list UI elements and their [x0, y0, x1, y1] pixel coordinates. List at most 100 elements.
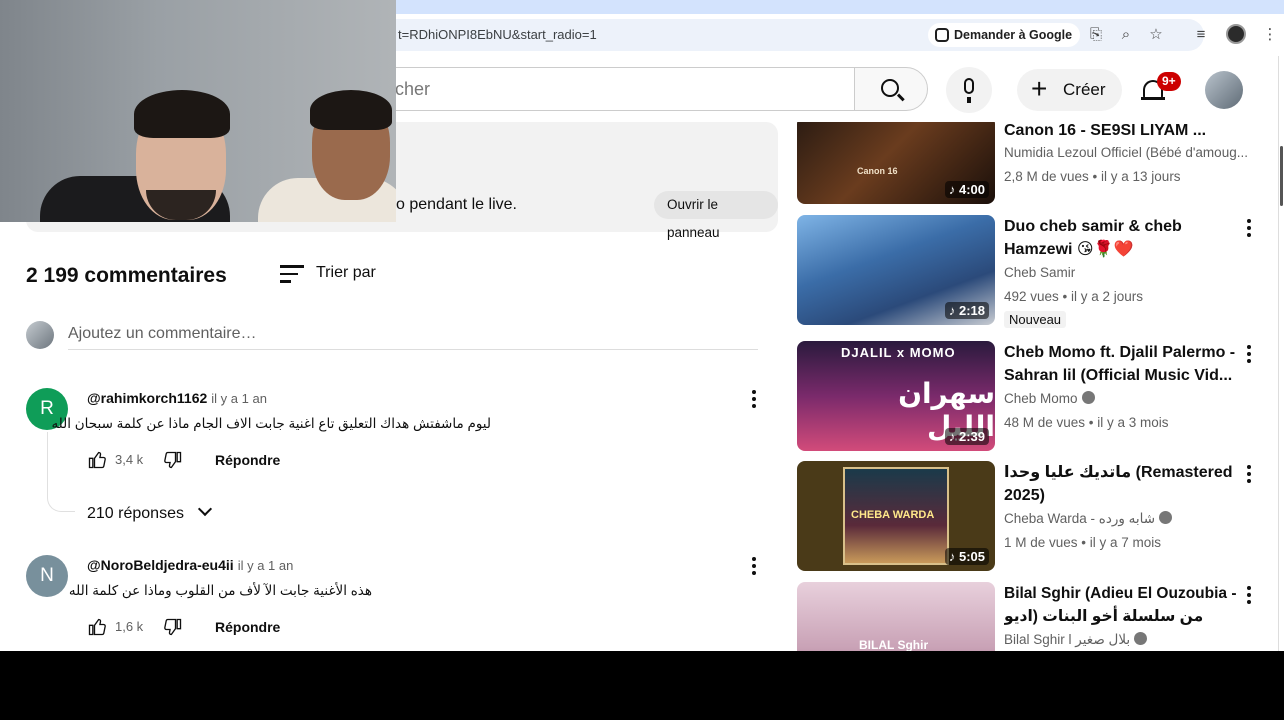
create-button[interactable]: + Créer: [1017, 69, 1122, 111]
add-comment-input[interactable]: Ajoutez un commentaire…: [68, 320, 758, 350]
video-channel-line: Cheb Momo: [1004, 391, 1095, 406]
screen: t=RDhiONPI8EbNU&start_radio=1 Demander à…: [0, 0, 1284, 651]
thumbnail-text: CHEBA WARDA: [851, 509, 935, 521]
reply-button[interactable]: Répondre: [215, 452, 280, 468]
related-video-item[interactable]: CHEBA WARDA ♪ 5:05 ماتديك عليا وحدا (Rem…: [797, 461, 1267, 573]
video-duration: ♪ 2:18: [944, 302, 989, 319]
thumbnail-text: Canon 16: [857, 166, 898, 176]
video-duration: ♪ 2:39: [944, 428, 989, 445]
video-duration: ♪ 4:00: [944, 181, 989, 198]
media-queue-icon[interactable]: ≡: [1191, 25, 1211, 45]
browser-profile-avatar[interactable]: [1226, 24, 1246, 44]
sort-icon: [280, 265, 304, 285]
video-channel-line: Cheba Warda - شابه ورده: [1004, 511, 1173, 527]
video-duration: ♪ 5:05: [944, 548, 989, 565]
comment-author-line: @NoroBeldjedra-eu4ii il y a 1 an: [87, 557, 293, 573]
verified-icon: [1159, 511, 1173, 524]
video-title[interactable]: Cheb Momo ft. Djalil Palermo - Sahran li…: [1004, 341, 1244, 387]
related-video-item[interactable]: BILAL Sghir Bilal Sghir (Adieu El Ouzoub…: [797, 582, 1267, 651]
search-button[interactable]: [854, 67, 928, 111]
account-avatar[interactable]: [1205, 71, 1243, 109]
video-channel[interactable]: Cheba Warda - شابه ورده: [1004, 511, 1155, 526]
video-channel[interactable]: Numidia Lezoul Officiel (Bébé d'amoug...: [1004, 145, 1248, 160]
related-video-item[interactable]: ♪ 2:18 Duo cheb samir & cheb Hamzewi 😘🌹❤…: [797, 215, 1267, 328]
related-videos-sidebar: Canon 16 ♪ 4:00 Canon 16 - SE9SI LIYAM .…: [797, 122, 1267, 651]
browser-menu-icon[interactable]: ⋮: [1260, 25, 1280, 45]
comment-time[interactable]: il y a 1 an: [238, 558, 294, 573]
like-count: 3,4 k: [115, 452, 144, 467]
reply-button[interactable]: Répondre: [215, 619, 280, 635]
search-placeholder: cher: [395, 79, 431, 99]
dislike-icon[interactable]: [163, 450, 183, 470]
create-label: Créer: [1063, 80, 1106, 99]
video-menu-icon[interactable]: [1241, 345, 1257, 369]
thumbnail-text: DJALIL x MOMO: [841, 345, 956, 360]
comment-avatar[interactable]: N: [26, 555, 68, 597]
sort-comments-button[interactable]: Trier par: [280, 262, 400, 288]
comment-text: ليوم ماشفتش هداك التعليق تاع اغنية جابت …: [51, 416, 491, 431]
comments-count: 2 199 commentaires: [26, 264, 227, 287]
ask-google-label: Demander à Google: [954, 28, 1073, 42]
like-icon[interactable]: [87, 450, 107, 470]
voice-search-button[interactable]: [946, 67, 992, 113]
video-channel[interactable]: Cheb Samir: [1004, 265, 1075, 280]
video-meta: 48 M de vues • il y a 3 mois: [1004, 415, 1169, 430]
comment-menu-icon[interactable]: [746, 388, 762, 412]
video-channel-line: Bilal Sghir l بلال صغير: [1004, 632, 1148, 648]
verified-icon: [1081, 391, 1095, 404]
video-meta: 2,8 M de vues • il y a 13 jours: [1004, 169, 1181, 184]
sort-label: Trier par: [316, 264, 376, 281]
live-panel-text: o pendant le live.: [396, 196, 517, 213]
verified-icon: [1134, 632, 1148, 645]
address-bar[interactable]: t=RDhiONPI8EbNU&start_radio=1 Demander à…: [300, 19, 1204, 51]
video-thumbnail[interactable]: DJALIL x MOMO سهران الليل ♪ 2:39: [797, 341, 995, 451]
comment-author[interactable]: @NoroBeldjedra-eu4ii: [87, 557, 234, 573]
related-video-item[interactable]: DJALIL x MOMO سهران الليل ♪ 2:39 Cheb Mo…: [797, 341, 1267, 453]
video-meta: 492 vues • il y a 2 jours: [1004, 289, 1144, 304]
video-channel[interactable]: Cheb Momo: [1004, 391, 1078, 406]
plus-icon: +: [1031, 73, 1048, 104]
my-avatar: [26, 321, 54, 349]
dislike-icon[interactable]: [163, 617, 183, 637]
video-title[interactable]: Bilal Sghir (Adieu El Ouzoubia - من سلسل…: [1004, 582, 1244, 628]
video-thumbnail[interactable]: CHEBA WARDA ♪ 5:05: [797, 461, 995, 571]
video-title[interactable]: ماتديك عليا وحدا (Remastered 2025): [1004, 461, 1244, 507]
like-count: 1,6 k: [115, 619, 144, 634]
video-menu-icon[interactable]: [1241, 586, 1257, 610]
chevron-down-icon: [197, 501, 213, 517]
url-text[interactable]: t=RDhiONPI8EbNU&start_radio=1: [398, 27, 597, 42]
video-thumbnail[interactable]: Canon 16 ♪ 4:00: [797, 122, 995, 204]
ask-google-button[interactable]: Demander à Google: [928, 23, 1081, 47]
video-menu-icon[interactable]: [1241, 219, 1257, 243]
video-meta: 1 M de vues • il y a 7 mois: [1004, 535, 1162, 550]
bookmark-star-icon[interactable]: ☆: [1147, 26, 1165, 44]
video-thumbnail[interactable]: ♪ 2:18: [797, 215, 995, 325]
thread-line: [47, 432, 75, 512]
install-app-icon[interactable]: ⎘: [1087, 26, 1105, 44]
zoom-icon[interactable]: ⌕: [1117, 26, 1135, 44]
video-thumbnail[interactable]: BILAL Sghir: [797, 582, 995, 651]
comment-item: N @NoroBeldjedra-eu4ii il y a 1 an هذه ال…: [26, 555, 778, 651]
video-menu-icon[interactable]: [1241, 465, 1257, 489]
open-panel-button[interactable]: Ouvrir le panneau: [654, 191, 778, 240]
comment-item: R @rahimkorch1162 il y a 1 an ليوم ماشفتش…: [26, 388, 778, 488]
video-title[interactable]: Duo cheb samir & cheb Hamzewi 😘🌹❤️: [1004, 215, 1244, 261]
microphone-icon: [964, 78, 974, 94]
related-video-item[interactable]: Canon 16 ♪ 4:00 Canon 16 - SE9SI LIYAM .…: [797, 122, 1267, 228]
comment-author[interactable]: @rahimkorch1162: [87, 390, 207, 406]
comment-time[interactable]: il y a 1 an: [211, 391, 267, 406]
notifications-badge: 9+: [1157, 72, 1181, 91]
comment-author-line: @rahimkorch1162 il y a 1 an: [87, 390, 267, 406]
video-title[interactable]: Canon 16 - SE9SI LIYAM ...: [1004, 122, 1244, 142]
thumbnail-text: BILAL Sghir: [859, 638, 929, 651]
comment-text: هذه الأغنية جابت الآ لأف من القلوب وماذا…: [68, 583, 372, 598]
like-icon[interactable]: [87, 617, 107, 637]
new-badge: Nouveau: [1004, 311, 1067, 328]
search-input[interactable]: cher: [360, 67, 854, 111]
webcam-overlay: [0, 0, 396, 222]
video-channel[interactable]: Bilal Sghir l بلال صغير: [1004, 632, 1130, 647]
google-lens-icon: [935, 28, 949, 42]
scrollbar[interactable]: [1278, 56, 1284, 651]
view-replies-button[interactable]: 210 réponses: [87, 501, 213, 527]
comment-menu-icon[interactable]: [746, 555, 762, 579]
